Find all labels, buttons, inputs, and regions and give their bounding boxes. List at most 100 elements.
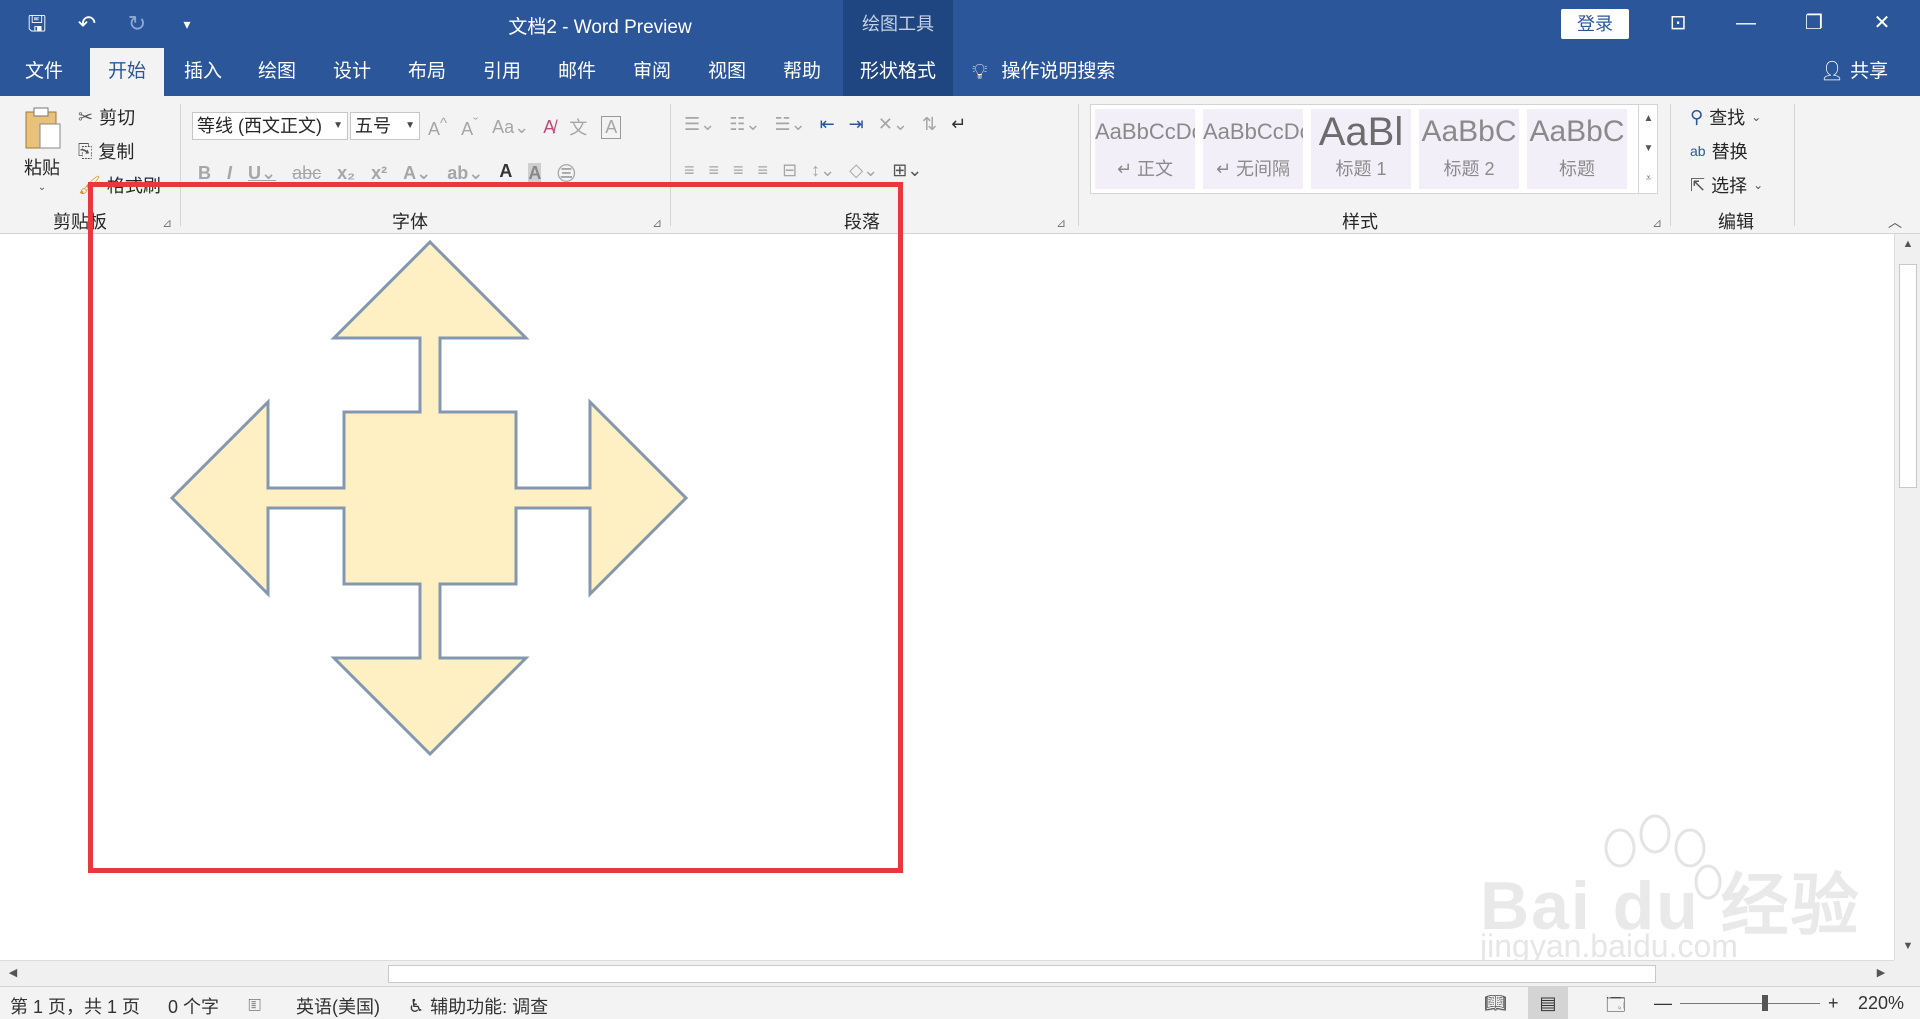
line-spacing-icon[interactable]: ↕⌄	[811, 160, 835, 181]
scissors-icon: ✂	[78, 106, 94, 127]
share-button[interactable]: 👤︎ 共享	[1820, 48, 1888, 96]
chinese-layout-icon[interactable]: ✕⌄	[878, 114, 908, 135]
text-effects-icon[interactable]: A⌄	[403, 163, 431, 184]
paragraph-launcher-icon[interactable]: ⊿	[1056, 216, 1066, 230]
character-border-icon[interactable]: A	[601, 115, 622, 139]
clear-formatting-icon[interactable]: A̸	[543, 117, 555, 138]
close-icon[interactable]: ✕	[1852, 0, 1912, 48]
find-button[interactable]: ⚲ 查找 ⌄	[1690, 104, 1761, 130]
tab-home[interactable]: 开始	[90, 48, 164, 96]
word-count[interactable]: 0 个字	[168, 993, 219, 1019]
numbering-icon[interactable]: ☷⌄	[729, 114, 760, 135]
tab-references[interactable]: 引用	[467, 48, 537, 96]
increase-indent-icon[interactable]: ⇥	[849, 114, 864, 135]
language-indicator[interactable]: 英语(美国)	[296, 993, 380, 1019]
read-mode-icon[interactable]: 📖︎	[1484, 993, 1507, 1014]
styles-launcher-icon[interactable]: ⊿	[1652, 216, 1662, 230]
copy-label: 复制	[98, 142, 135, 162]
tab-mailings[interactable]: 邮件	[542, 48, 612, 96]
tab-draw[interactable]: 绘图	[242, 48, 312, 96]
select-button[interactable]: ⇱ 选择 ⌄	[1690, 172, 1763, 198]
accessibility-checker[interactable]: ♿︎ 辅助功能: 调查	[408, 993, 548, 1019]
shrink-font-icon[interactable]: Aˇ	[461, 115, 478, 140]
ribbon-display-options-icon[interactable]: ⊡	[1648, 0, 1708, 48]
restore-icon[interactable]: ❐	[1784, 0, 1844, 48]
gallery-more-icon[interactable]: ⩡	[1639, 164, 1658, 194]
bold-icon[interactable]: B	[198, 163, 211, 184]
tell-me-search[interactable]: 💡︎ 操作说明搜索	[972, 48, 1115, 96]
justify-icon[interactable]: ≡	[758, 160, 769, 181]
phonetic-guide-icon[interactable]: 文	[569, 114, 587, 140]
tab-insert[interactable]: 插入	[168, 48, 238, 96]
font-size-combo[interactable]: 五号 ▼	[350, 112, 420, 140]
tab-shape-format[interactable]: 形状格式	[843, 48, 953, 96]
four-way-arrow-outline[interactable]	[169, 240, 689, 757]
horizontal-scrollbar[interactable]: ◀ ▶	[0, 960, 1894, 986]
vertical-scrollbar[interactable]: ▲ ▼	[1894, 234, 1920, 960]
horizontal-scroll-thumb[interactable]	[388, 965, 1656, 983]
align-left-icon[interactable]: ≡	[684, 160, 695, 181]
minimize-icon[interactable]: —	[1716, 0, 1776, 48]
paste-button[interactable]: 粘贴 ⌄	[22, 106, 62, 193]
editing-group-label: 编辑	[1718, 212, 1754, 232]
tab-view[interactable]: 视图	[692, 48, 762, 96]
page-count[interactable]: 第 1 页，共 1 页	[10, 993, 140, 1019]
sort-icon[interactable]: ⇅	[922, 114, 937, 135]
font-name-value: 等线 (西文正文)	[197, 116, 322, 136]
bullets-icon[interactable]: ☰⌄	[684, 114, 715, 135]
align-right-icon[interactable]: ≡	[733, 160, 744, 181]
decrease-indent-icon[interactable]: ⇤	[820, 114, 835, 135]
change-case-icon[interactable]: Aa⌄	[492, 117, 529, 138]
scroll-right-icon[interactable]: ▶	[1868, 966, 1894, 979]
strikethrough-icon[interactable]: abc	[292, 163, 321, 184]
accessibility-icon: ♿︎	[408, 995, 425, 1016]
style-heading-1[interactable]: AaBl 标题 1	[1311, 109, 1411, 189]
proofing-icon[interactable]: 🗉︎	[248, 993, 261, 1019]
grow-font-icon[interactable]: A^	[428, 115, 447, 140]
underline-icon[interactable]: U⌄	[248, 163, 276, 184]
style-no-spacing[interactable]: AaBbCcDc ↵ 无间隔	[1203, 109, 1303, 189]
tab-review[interactable]: 审阅	[617, 48, 687, 96]
collapse-ribbon-icon[interactable]: ︿	[1888, 212, 1902, 232]
zoom-in-icon[interactable]: +	[1828, 993, 1839, 1014]
tab-layout[interactable]: 布局	[392, 48, 462, 96]
tab-help[interactable]: 帮助	[767, 48, 837, 96]
gallery-up-icon[interactable]: ▲	[1639, 104, 1658, 134]
scroll-down-icon[interactable]: ▼	[1895, 940, 1920, 952]
borders-icon[interactable]: ⊞⌄	[892, 160, 922, 181]
zoom-slider-thumb[interactable]	[1762, 995, 1768, 1011]
vertical-scroll-thumb[interactable]	[1899, 264, 1917, 488]
gallery-down-icon[interactable]: ▼	[1639, 134, 1658, 164]
four-way-arrow-shape[interactable]	[168, 240, 692, 766]
style-normal[interactable]: AaBbCcDc ↵ 正文	[1095, 109, 1195, 189]
distributed-icon[interactable]: ⊟	[782, 160, 797, 181]
character-shading-icon[interactable]: A	[528, 162, 542, 184]
print-layout-icon[interactable]: ▤	[1528, 987, 1568, 1019]
superscript-icon[interactable]: x²	[371, 163, 387, 184]
style-heading-2[interactable]: AaBbC 标题 2	[1419, 109, 1519, 189]
zoom-slider[interactable]	[1680, 1003, 1820, 1004]
chevron-down-icon: ⌄	[1753, 178, 1764, 192]
italic-icon[interactable]: I	[227, 163, 232, 184]
align-center-icon[interactable]: ≡	[709, 160, 720, 181]
web-layout-icon[interactable]: 🗔︎	[1606, 993, 1626, 1019]
highlight-icon[interactable]: ab⌄	[447, 163, 483, 184]
select-label: 选择	[1711, 176, 1748, 196]
show-marks-icon[interactable]: ↵	[951, 114, 966, 135]
login-button[interactable]: 登录	[1561, 9, 1629, 39]
scroll-up-icon[interactable]: ▲	[1895, 238, 1920, 250]
shading-icon[interactable]: ◇⌄	[849, 160, 878, 181]
multilevel-list-icon[interactable]: ☱⌄	[774, 114, 805, 135]
zoom-level[interactable]: 220%	[1858, 993, 1904, 1014]
subscript-icon[interactable]: x₂	[337, 163, 355, 184]
style-title[interactable]: AaBbC 标题	[1527, 109, 1627, 189]
tab-file[interactable]: 文件	[12, 48, 76, 96]
zoom-out-icon[interactable]: —	[1654, 993, 1672, 1014]
tab-design[interactable]: 设计	[317, 48, 387, 96]
replace-button[interactable]: ab 替换	[1690, 138, 1748, 164]
font-name-combo[interactable]: 等线 (西文正文) ▼	[192, 112, 348, 140]
scroll-left-icon[interactable]: ◀	[0, 966, 26, 979]
cut-button[interactable]: ✂ 剪切	[78, 104, 135, 130]
paste-dropdown-icon[interactable]: ⌄	[38, 182, 46, 193]
copy-button[interactable]: ⎘ 复制	[78, 138, 134, 164]
